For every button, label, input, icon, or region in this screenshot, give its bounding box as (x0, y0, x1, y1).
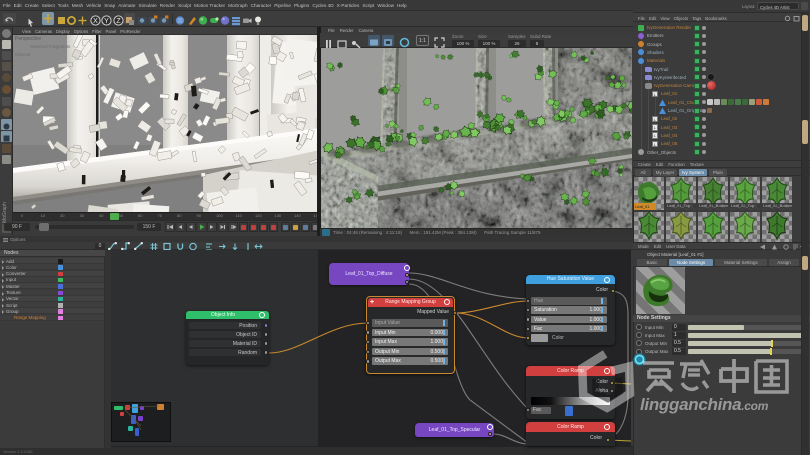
svg-text:Z: Z (116, 18, 121, 25)
svg-text:Y: Y (104, 18, 109, 25)
svg-text:X: X (93, 18, 98, 25)
